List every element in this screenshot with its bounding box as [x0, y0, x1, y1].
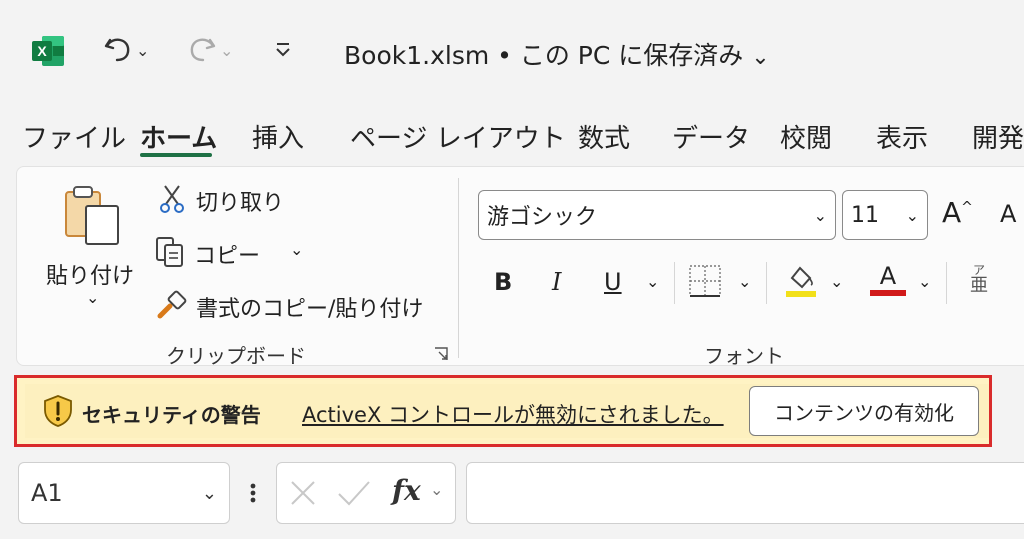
scissors-icon: [158, 184, 186, 218]
paste-icon: [60, 186, 126, 250]
borders-icon: [688, 265, 722, 302]
tab-page-layout[interactable]: ページ レイアウト: [350, 118, 566, 155]
title-bar: X ⌄ ⌄ Book1.xlsm • この PC に保存済み ⌄: [0, 0, 1024, 100]
name-box[interactable]: A1 ⌄: [18, 462, 230, 524]
excel-logo-icon: X: [30, 34, 66, 68]
security-warning-message-link[interactable]: ActiveX コントロールが無効にされました。: [302, 399, 724, 429]
font-name-select[interactable]: 游ゴシック ⌄: [478, 190, 836, 240]
font-size-select[interactable]: 11 ⌄: [842, 190, 928, 240]
paint-bucket-icon: [784, 266, 818, 302]
insert-function-button[interactable]: fx: [392, 474, 421, 507]
clipboard-dialog-launcher-icon[interactable]: [434, 346, 448, 365]
redo-icon: [184, 30, 220, 70]
paste-label[interactable]: 貼り付け: [46, 258, 134, 290]
copy-icon: [154, 236, 186, 272]
borders-dropdown-chevron-icon[interactable]: ⌄: [738, 272, 751, 291]
chevron-down-icon[interactable]: ⌄: [430, 480, 443, 499]
tab-developer[interactable]: 開発: [972, 118, 1024, 155]
tab-data[interactable]: データ: [672, 118, 750, 155]
group-divider: [674, 262, 675, 304]
tab-file[interactable]: ファイル: [22, 118, 126, 155]
tab-formulas[interactable]: 数式: [578, 118, 630, 155]
borders-button[interactable]: [688, 264, 722, 302]
chevron-down-icon: ⌄: [813, 205, 827, 225]
underline-dropdown-chevron-icon[interactable]: ⌄: [646, 272, 659, 291]
formula-bar-options-icon[interactable]: [248, 478, 258, 512]
undo-button[interactable]: ⌄: [100, 30, 149, 70]
confirm-entry-icon[interactable]: [336, 478, 372, 512]
font-color-button[interactable]: A: [870, 262, 906, 296]
grow-font-button[interactable]: A^: [942, 196, 973, 229]
copy-dropdown-chevron-icon[interactable]: ⌄: [290, 240, 303, 259]
fill-color-button[interactable]: [784, 262, 818, 302]
clipboard-group-label: クリップボード: [166, 344, 306, 368]
chevron-down-icon[interactable]: ⌄: [202, 483, 217, 504]
font-color-swatch: [870, 290, 906, 296]
customize-toolbar-icon[interactable]: [272, 38, 294, 64]
enable-content-button[interactable]: コンテンツの有効化: [749, 386, 979, 436]
group-divider: [458, 178, 459, 358]
font-color-dropdown-chevron-icon[interactable]: ⌄: [918, 272, 931, 291]
document-title[interactable]: Book1.xlsm • この PC に保存済み ⌄: [344, 36, 770, 72]
font-group-label: フォント: [704, 344, 784, 368]
format-painter-button[interactable]: 書式のコピー/貼り付け: [156, 290, 423, 324]
security-warning-title: セキュリティの警告: [82, 403, 261, 427]
group-divider: [946, 262, 947, 304]
fill-color-dropdown-chevron-icon[interactable]: ⌄: [830, 272, 843, 291]
chevron-down-icon: ⌄: [751, 45, 770, 70]
bold-button[interactable]: B: [494, 268, 512, 296]
group-divider: [766, 262, 767, 304]
redo-button[interactable]: ⌄: [184, 30, 233, 70]
cancel-entry-icon[interactable]: [288, 478, 318, 512]
paintbrush-icon: [156, 290, 188, 324]
chevron-down-icon: ⌄: [220, 40, 234, 60]
underline-button[interactable]: U: [604, 268, 622, 296]
svg-text:X: X: [37, 43, 47, 59]
cut-button[interactable]: 切り取り: [158, 184, 284, 218]
tab-home[interactable]: ホーム: [140, 118, 217, 155]
phonetic-guide-button[interactable]: ア 亜: [970, 262, 988, 295]
chevron-down-icon: ⌄: [905, 205, 919, 225]
chevron-down-icon[interactable]: ⌄: [136, 41, 149, 60]
active-tab-indicator: [140, 153, 212, 157]
shrink-font-button[interactable]: A: [1000, 200, 1016, 228]
paste-button[interactable]: [60, 184, 126, 250]
caret-up-icon: ^: [961, 199, 973, 216]
italic-button[interactable]: I: [552, 268, 561, 296]
tab-review[interactable]: 校閲: [780, 118, 832, 155]
paste-dropdown-chevron-icon[interactable]: ⌄: [86, 288, 99, 307]
formula-input[interactable]: [466, 462, 1024, 524]
tab-insert[interactable]: 挿入: [252, 118, 304, 155]
copy-button[interactable]: コピー: [154, 236, 260, 272]
shield-warning-icon: [42, 394, 74, 432]
undo-icon: [100, 30, 136, 70]
tab-view[interactable]: 表示: [876, 118, 928, 155]
